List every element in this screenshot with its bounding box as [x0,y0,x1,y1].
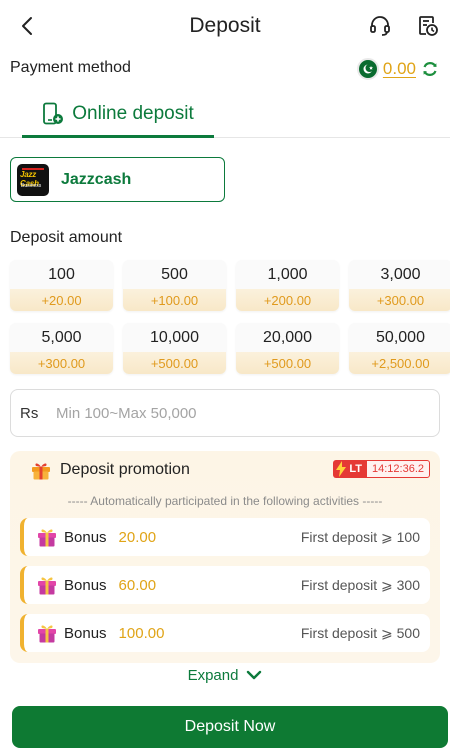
customer-support-button[interactable] [366,12,394,40]
amount-option[interactable]: 10,000 +500.00 [123,323,226,374]
amount-input[interactable] [56,404,416,422]
promotion-note: ----- Automatically participated in the … [67,494,383,508]
chevron-down-icon [247,670,262,680]
countdown-timer: 14:12:36.2 [366,460,430,478]
bonus-label: Bonus [64,624,107,642]
amount-options-grid: 100 +20.00 500 +100.00 1,000 +200.00 3,000 +… [10,260,450,374]
tab-online-deposit-label: Online deposit [72,102,194,124]
payment-option-name: Jazzcash [61,170,132,188]
amount-bonus: +200.00 [236,289,339,311]
amount-bonus: +500.00 [123,352,226,374]
deposit-history-button[interactable] [414,12,442,40]
bonus-row: Bonus 60.00 First deposit ⩾ 300 [20,566,430,604]
amount-bonus: +300.00 [349,289,450,311]
amount-option[interactable]: 3,000 +300.00 [349,260,450,311]
promotion-title: Deposit promotion [60,461,190,478]
amount-bonus: +20.00 [10,289,113,311]
promotion-header: Deposit promotion LT 14:12:36.2 [30,459,430,481]
bonus-row: Bonus 100.00 First deposit ⩾ 500 [20,614,430,652]
lt-label: LT [349,463,362,475]
gift-box-icon [38,529,56,547]
amount-value: 3,000 [349,260,450,289]
refresh-balance-button[interactable] [420,59,440,79]
bonus-amount: 100.00 [118,624,165,642]
bonus-label: Bonus [64,576,107,594]
payment-method-row: Payment method 0.00 [10,56,440,82]
amount-value: 20,000 [236,323,339,352]
bonus-amount: 20.00 [118,528,157,546]
amount-bonus: +300.00 [10,352,113,374]
payment-method-label: Payment method [10,59,131,76]
currency-label: Rs [20,404,39,422]
gift-icon [32,463,50,480]
deposit-promotion-panel: Deposit promotion LT 14:12:36.2 ----- Au… [10,451,440,663]
headset-icon [370,16,390,36]
jazzcash-logo: Jazz Cash Business [17,163,49,196]
amount-bonus: +2,500.00 [349,352,450,374]
amount-option[interactable]: 100 +20.00 [10,260,113,311]
amount-option[interactable]: 500 +100.00 [123,260,226,311]
amount-option[interactable]: 5,000 +300.00 [10,323,113,374]
history-icon [419,16,438,36]
amount-option[interactable]: 20,000 +500.00 [236,323,339,374]
refresh-icon [423,62,437,76]
deposit-now-button[interactable]: Deposit Now [12,706,448,748]
amount-value: 5,000 [10,323,113,352]
amount-value: 1,000 [236,260,339,289]
expand-toggle[interactable]: Expand [0,664,450,686]
deposit-type-tabs: Online deposit [0,92,450,138]
bonus-label: Bonus [64,528,107,546]
bonus-amount: 60.00 [118,576,157,594]
amount-value: 10,000 [123,323,226,352]
amount-value: 100 [10,260,113,289]
gift-box-icon [38,577,56,595]
tab-online-deposit[interactable]: Online deposit [22,92,214,138]
amount-bonus: +100.00 [123,289,226,311]
bonus-condition: First deposit ⩾ 500 [300,624,420,641]
back-button[interactable] [14,13,40,39]
limited-time-badge: LT 14:12:36.2 [333,459,430,479]
header: Deposit [0,0,450,52]
balance-amount: 0.00 [382,59,416,78]
expand-label: Expand [187,666,239,684]
bonus-row: Bonus 20.00 First deposit ⩾ 100 [20,518,430,556]
amount-input-field: Rs [10,389,440,437]
amount-option[interactable]: 50,000 +2,500.00 [349,323,450,374]
balance-display: 0.00 [356,56,440,82]
deposit-amount-label: Deposit amount [10,229,123,246]
lightning-icon [336,461,347,477]
gift-box-icon [38,625,56,643]
amount-bonus: +500.00 [236,352,339,374]
bonus-condition: First deposit ⩾ 300 [300,576,420,593]
pakistan-flag-icon [356,58,379,80]
amount-value: 500 [123,260,226,289]
payment-option-jazzcash[interactable]: Jazz Cash Business Jazzcash [10,157,225,202]
chevron-left-icon [22,17,32,35]
mobile-payment-icon [43,102,64,124]
amount-value: 50,000 [349,323,450,352]
amount-option[interactable]: 1,000 +200.00 [236,260,339,311]
bonus-condition: First deposit ⩾ 100 [300,528,420,545]
